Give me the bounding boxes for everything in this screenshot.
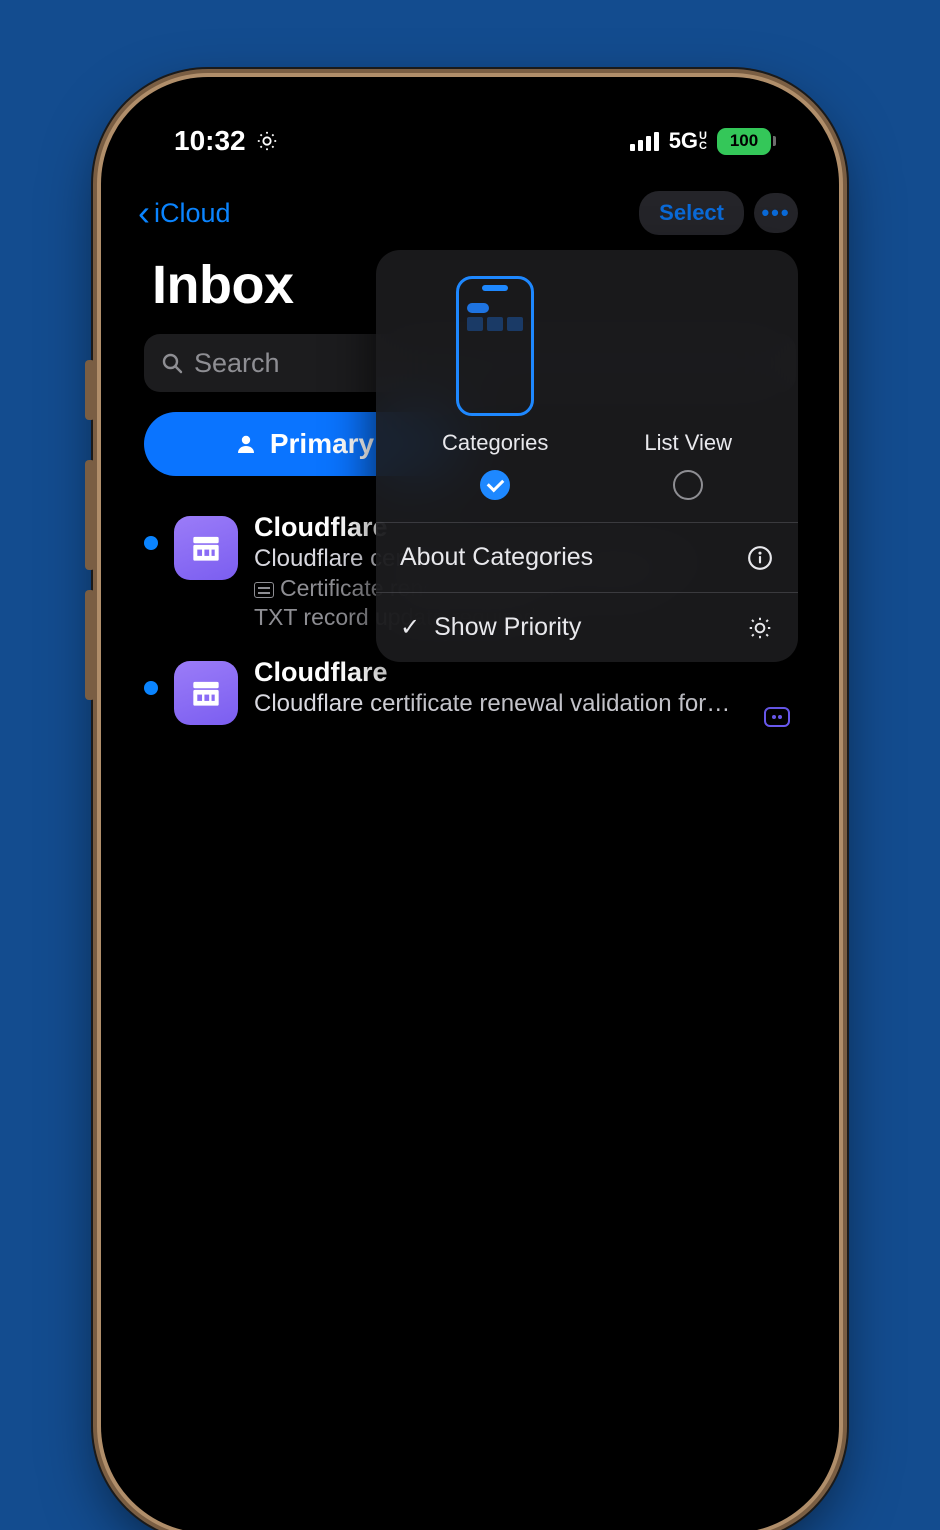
avatar: [174, 516, 238, 580]
gear-icon: [746, 614, 774, 642]
option-listview[interactable]: List View: [644, 276, 732, 500]
cellular-signal-icon: [630, 131, 659, 151]
focus-icon: [256, 130, 278, 152]
siri-badge-icon: [762, 704, 792, 730]
side-button: [85, 360, 95, 420]
list-item[interactable]: Cloudflare Cloudflare certificate renewa…: [118, 649, 822, 743]
unread-dot-icon: [144, 681, 158, 695]
back-button[interactable]: ‹ iCloud: [138, 195, 231, 231]
option-listview-label: List View: [644, 430, 732, 456]
battery-indicator: 100: [717, 128, 776, 155]
about-categories-label: About Categories: [400, 543, 593, 572]
checkmark-icon: ✓: [400, 616, 420, 640]
page-title: Inbox: [152, 254, 294, 316]
screen: 10:32 5GUC 100: [118, 94, 822, 1516]
show-priority-row[interactable]: ✓ Show Priority: [376, 593, 798, 662]
info-icon: [746, 544, 774, 572]
summary-icon: [254, 582, 274, 598]
person-icon: [234, 432, 258, 456]
option-categories-label: Categories: [442, 430, 548, 456]
show-priority-label: Show Priority: [434, 613, 581, 642]
clock: 10:32: [174, 125, 246, 157]
unread-dot-icon: [144, 536, 158, 550]
about-categories-row[interactable]: About Categories: [376, 523, 798, 592]
status-bar: 10:32 5GUC 100: [118, 116, 822, 166]
categories-preview-icon: [456, 276, 534, 416]
chevron-left-icon: ‹: [138, 195, 150, 231]
radio-listview[interactable]: [673, 470, 703, 500]
volume-down-button: [85, 590, 95, 700]
search-placeholder: Search: [194, 348, 280, 379]
select-button[interactable]: Select: [639, 191, 744, 235]
avatar: [174, 661, 238, 725]
email-subject: Cloudflare certificate renewal validatio…: [254, 690, 796, 718]
status-left: 10:32: [174, 125, 278, 157]
option-categories[interactable]: Categories: [442, 276, 548, 500]
tab-primary-label: Primary: [270, 428, 374, 460]
back-label: iCloud: [154, 198, 231, 229]
phone-frame: 10:32 5GUC 100: [104, 80, 836, 1530]
network-type: 5GUC: [669, 130, 707, 152]
search-icon: [160, 351, 184, 375]
radio-categories[interactable]: [480, 470, 510, 500]
status-right: 5GUC 100: [630, 128, 776, 155]
view-options-popover: Categories List View About Categories: [376, 250, 798, 662]
nav-bar: ‹ iCloud Select •••: [118, 186, 822, 240]
battery-level: 100: [717, 128, 771, 155]
more-button[interactable]: •••: [754, 193, 798, 233]
ellipsis-icon: •••: [761, 200, 790, 226]
volume-up-button: [85, 460, 95, 570]
